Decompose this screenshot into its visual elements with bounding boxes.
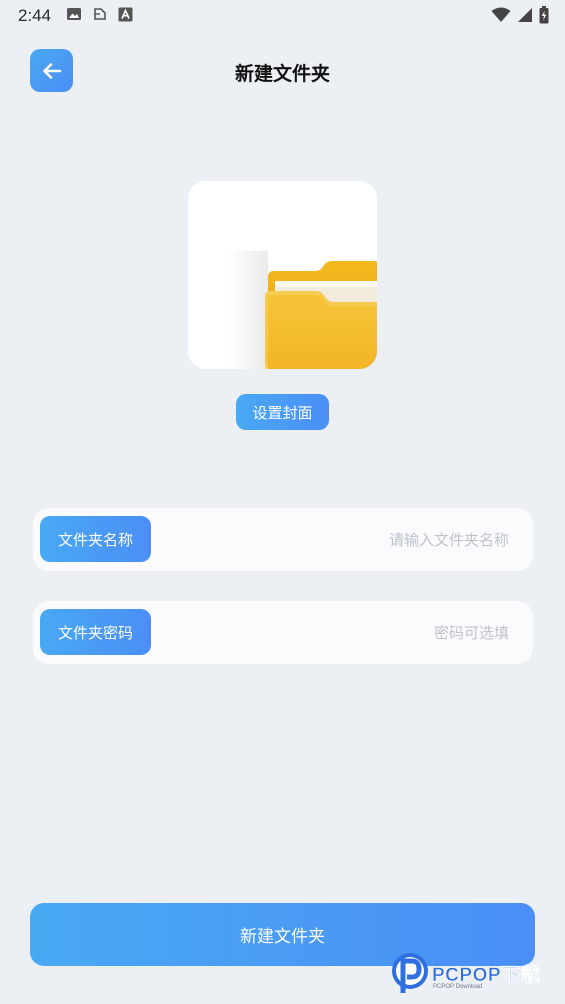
folder-password-row: 文件夹密码	[33, 601, 533, 664]
system-icons	[491, 6, 549, 24]
folder-name-label: 文件夹名称	[40, 516, 151, 562]
pcpop-logo-icon	[392, 953, 428, 993]
folder-password-label: 文件夹密码	[40, 609, 151, 655]
status-time: 2:44	[18, 6, 52, 25]
signal-icon	[518, 8, 532, 22]
image-icon	[67, 8, 81, 20]
watermark-sub: PCPOP Download	[433, 984, 483, 990]
folder-password-input[interactable]	[163, 615, 511, 651]
status-bar: 2:44	[0, 0, 565, 32]
a-box-icon	[118, 7, 133, 21]
wifi-icon	[491, 7, 511, 22]
notification-icons	[66, 6, 133, 22]
watermark-brand: PCPOP下载	[432, 965, 541, 987]
folder-name-row: 文件夹名称	[33, 508, 533, 571]
cloud-tag-icon	[94, 8, 106, 20]
folder-name-input[interactable]	[163, 522, 511, 558]
watermark: PCPOP下载 PCPOP Download	[390, 951, 565, 1001]
folder-icon	[228, 251, 377, 369]
battery-icon	[539, 6, 549, 24]
page-title: 新建文件夹	[234, 63, 330, 85]
cover-image[interactable]	[188, 181, 377, 369]
set-cover-button[interactable]: 设置封面	[236, 394, 329, 430]
